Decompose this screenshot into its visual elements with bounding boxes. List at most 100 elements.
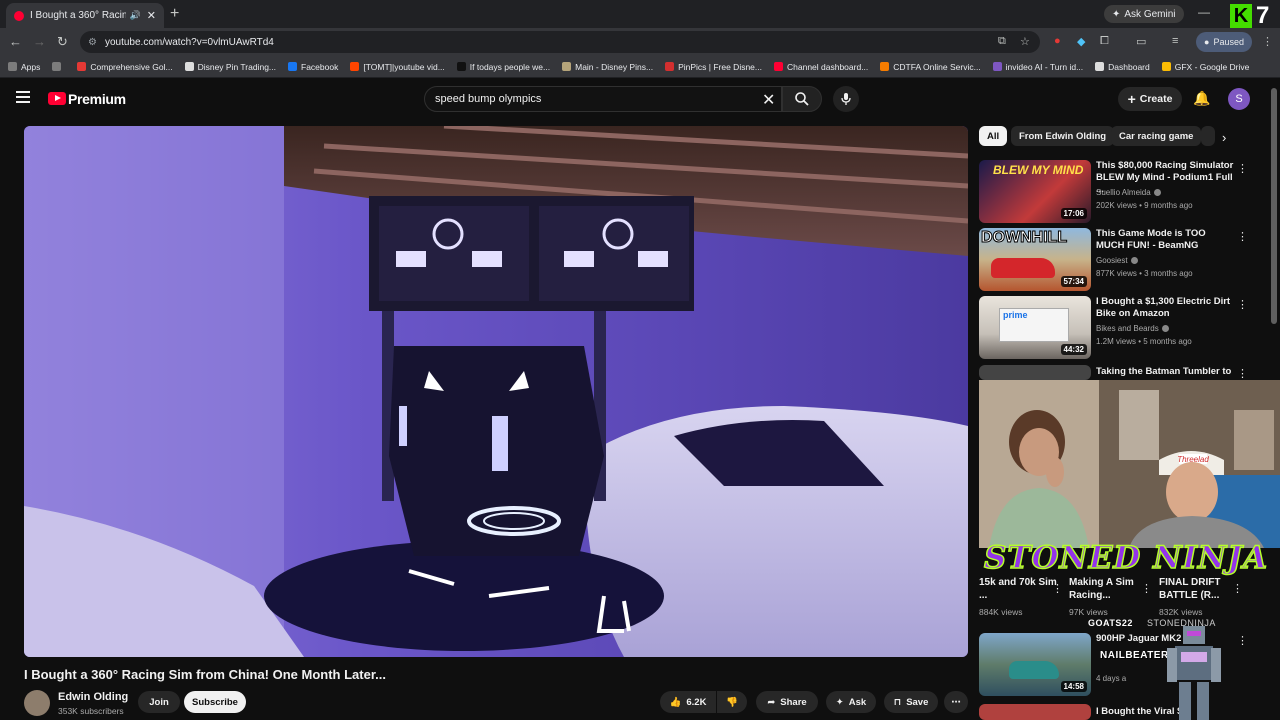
subscribe-button[interactable]: Subscribe (184, 691, 246, 713)
address-bar[interactable]: ⚙ youtube.com/watch?v=0vlmUAwRTd4 (80, 31, 1040, 53)
search-button[interactable] (782, 86, 822, 112)
bookmark-item[interactable] (52, 62, 65, 71)
bookmark-favicon-icon (288, 62, 298, 71)
more-vertical-icon[interactable]: ⋮ (1237, 634, 1248, 647)
recommendation-title[interactable]: Taking the Batman Tumbler to (1096, 366, 1236, 378)
notifications-bell-icon[interactable]: 🔔 (1193, 90, 1210, 107)
thumbnail-overlay-text: DOWNHILL (980, 229, 1068, 247)
shorts-title[interactable]: Making A Sim Racing... (1069, 576, 1139, 602)
recommendation-channel[interactable]: Goosiest (1096, 256, 1138, 265)
recommendation-title[interactable]: This Game Mode is TOO MUCH FUN! - BeamNG (1096, 228, 1236, 252)
join-button[interactable]: Join (138, 691, 180, 713)
minimize-icon[interactable]: — (1198, 5, 1210, 19)
chip-next-icon[interactable]: › (1222, 130, 1226, 145)
speaker-icon[interactable]: 🔊 (130, 10, 141, 21)
recommendation-thumbnail[interactable]: prime 44:32 (979, 296, 1091, 359)
chip-from-channel[interactable]: From Edwin Olding (1011, 126, 1115, 146)
bookmark-item[interactable]: GFX - Google Drive (1161, 62, 1249, 72)
youtube-logo-icon[interactable] (48, 92, 66, 105)
channel-name[interactable]: Edwin Olding (58, 691, 128, 703)
page-scrollbar[interactable] (1271, 88, 1277, 324)
recommendation-item[interactable]: BLEW MY MIND 17:06 This $80,000 Racing S… (979, 160, 1259, 224)
recommendation-channel[interactable]: Bikes and Beards (1096, 324, 1169, 333)
share-button[interactable]: ➦ Share (756, 691, 818, 713)
ask-gemini-button[interactable]: ✦ Ask Gemini (1104, 5, 1184, 23)
install-icon[interactable]: ⧉ (998, 35, 1006, 48)
side-panel-icon[interactable]: ▭ (1136, 35, 1146, 48)
extension-red-icon[interactable]: ● (1054, 35, 1061, 47)
bookmark-item[interactable]: invideo AI - Turn id... (992, 62, 1083, 72)
site-info-icon[interactable]: ⚙ (88, 37, 97, 48)
plus-icon: + (1127, 91, 1136, 107)
like-button[interactable]: 👍 6.2K (660, 691, 716, 713)
more-vertical-icon[interactable]: ⋮ (1237, 367, 1248, 380)
bookmark-favicon-icon (665, 62, 675, 71)
recommendation-thumbnail[interactable]: DOWNHILL 57:34 (979, 228, 1091, 291)
bookmark-item[interactable]: Channel dashboard... (774, 62, 868, 72)
youtube-premium-wordmark[interactable]: Premium (68, 91, 126, 107)
account-avatar[interactable]: S (1228, 88, 1250, 110)
back-icon[interactable]: ← (9, 34, 22, 49)
more-vertical-icon[interactable]: ⋮ (1237, 162, 1248, 175)
bookmark-favicon-icon (52, 62, 62, 71)
save-button[interactable]: ⊓ Save (884, 691, 938, 713)
recommendation-thumbnail[interactable] (979, 704, 1091, 720)
profile-icon: ● (1204, 37, 1210, 47)
duration-badge: 14:58 (1060, 681, 1087, 692)
more-actions-button[interactable]: ⋯ (944, 691, 968, 713)
bookmark-item[interactable]: Facebook (288, 62, 338, 72)
more-vertical-icon[interactable]: ⋮ (1141, 582, 1152, 595)
recommendation-title[interactable]: I Bought a $1,300 Electric Dirt Bike on … (1096, 296, 1236, 320)
recommendation-thumbnail[interactable]: 14:58 (979, 633, 1091, 696)
channel-avatar[interactable] (24, 690, 50, 716)
bookmark-item[interactable]: Disney Pin Trading... (184, 62, 276, 72)
bookmark-item[interactable]: [TOMT]|youtube vid... (350, 62, 445, 72)
recommendation-thumbnail[interactable]: BLEW MY MIND 17:06 (979, 160, 1091, 223)
bookmark-item[interactable]: Comprehensive Gol... (77, 62, 173, 72)
bookmark-item[interactable]: Apps (8, 62, 40, 72)
recommendation-channel[interactable]: Suellio Almeida (1096, 188, 1161, 197)
voice-search-button[interactable] (833, 86, 859, 112)
browser-menu-icon[interactable]: ⋮ (1262, 35, 1273, 48)
chip-overflow[interactable] (1201, 126, 1215, 146)
bookmark-item[interactable]: CDTFA Online Servic... (880, 62, 981, 72)
kick-logo-icon: K (1230, 4, 1252, 28)
bookmark-favicon-icon (77, 62, 87, 71)
bookmark-item[interactable]: If todays people we... (456, 62, 550, 72)
recommendation-thumbnail[interactable] (979, 365, 1091, 380)
chip-all[interactable]: All (979, 126, 1008, 146)
video-player[interactable] (24, 126, 968, 657)
bookmark-item[interactable]: Dashboard (1095, 62, 1150, 72)
new-tab-button[interactable]: + (170, 5, 179, 23)
hamburger-menu-icon[interactable] (16, 91, 30, 105)
bookmark-favicon-icon (992, 62, 1002, 71)
overlay-badge: 7 (1256, 2, 1270, 29)
more-vertical-icon[interactable]: ⋮ (1052, 582, 1063, 595)
ask-button[interactable]: ✦ Ask (826, 691, 876, 713)
create-button[interactable]: + Create (1118, 87, 1182, 111)
tab-close-icon[interactable]: ✕ (147, 9, 156, 22)
extensions-puzzle-icon[interactable]: ⧠ (1100, 35, 1109, 48)
recommendation-item[interactable]: DOWNHILL 57:34 This Game Mode is TOO MUC… (979, 228, 1259, 292)
video-frame (24, 126, 968, 657)
media-controls-icon[interactable]: ≡ (1172, 35, 1178, 47)
chip-car-racing[interactable]: Car racing game (1111, 126, 1202, 146)
more-vertical-icon[interactable]: ⋮ (1237, 298, 1248, 311)
clear-search-icon[interactable]: ✕ (762, 90, 775, 110)
search-input[interactable]: speed bump olympics (424, 86, 782, 112)
bookmark-item[interactable]: PinPics | Free Disne... (665, 62, 762, 72)
more-vertical-icon[interactable]: ⋮ (1237, 230, 1248, 243)
bookmark-star-icon[interactable]: ☆ (1020, 35, 1030, 48)
browser-tab-active[interactable]: I Bought a 360° Racing Sim 🔊 ✕ (6, 3, 164, 28)
extension-blue-icon[interactable]: ◆ (1077, 35, 1085, 48)
recommendation-item[interactable]: prime 44:32 I Bought a $1,300 Electric D… (979, 296, 1259, 360)
shorts-title[interactable]: 15k and 70k Sim ... (979, 576, 1059, 602)
profile-paused-button[interactable]: ● Paused (1196, 32, 1252, 52)
bookmark-item[interactable]: Main - Disney Pins... (562, 62, 653, 72)
forward-icon[interactable]: → (33, 34, 46, 49)
shorts-title[interactable]: FINAL DRIFT BATTLE (R... (1159, 576, 1229, 602)
dislike-button[interactable]: 👎 (717, 691, 747, 713)
reload-icon[interactable]: ↻ (57, 34, 68, 50)
bookmark-favicon-icon (184, 62, 194, 71)
more-vertical-icon[interactable]: ⋮ (1232, 582, 1243, 595)
